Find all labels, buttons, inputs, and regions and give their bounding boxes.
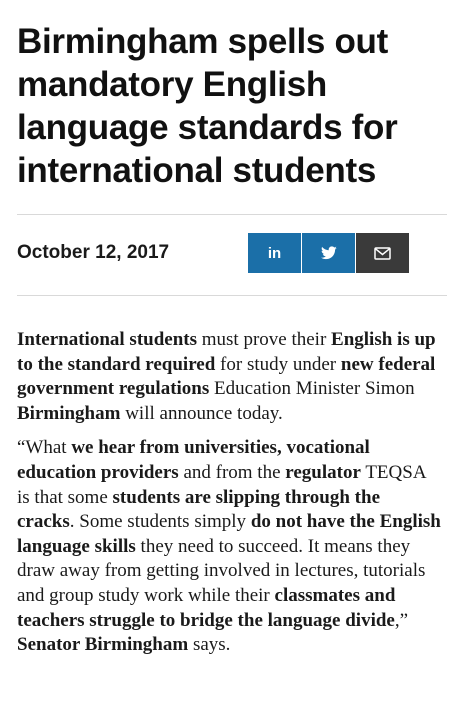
text-span: Birmingham: [17, 402, 121, 424]
text-span: Education Minister Simon: [209, 378, 415, 400]
text-span: regulator: [285, 461, 361, 483]
email-share-button[interactable]: [356, 233, 409, 273]
text-span: International students: [17, 329, 197, 350]
publish-date: October 12, 2017: [17, 242, 170, 263]
divider-bottom: [17, 295, 447, 296]
twitter-icon: [320, 246, 337, 260]
text-span: must prove their: [197, 329, 332, 350]
article-headline: Birmingham spells out mandatory English …: [17, 22, 398, 190]
text-span: and from the: [178, 461, 286, 483]
text-span: ,”: [394, 609, 409, 631]
text-span: says.: [188, 634, 231, 656]
paragraph-2: “What we hear from universities, vocatio…: [17, 436, 442, 657]
email-icon: [374, 246, 391, 260]
text-span: will announce today.: [120, 402, 283, 424]
text-span: “What: [17, 437, 72, 459]
article-page: Birmingham spells out mandatory English …: [0, 0, 452, 720]
text-span: . Some students simply: [69, 511, 251, 533]
linkedin-icon: in: [267, 244, 282, 262]
twitter-share-button[interactable]: [302, 233, 355, 273]
linkedin-share-button[interactable]: in: [248, 233, 301, 273]
divider-top: [17, 214, 447, 215]
article-body: International students must prove their …: [17, 328, 442, 668]
text-span: for study under: [215, 353, 341, 375]
paragraph-1: International students must prove their …: [17, 328, 442, 426]
text-span: Senator Birmingham: [17, 634, 189, 656]
